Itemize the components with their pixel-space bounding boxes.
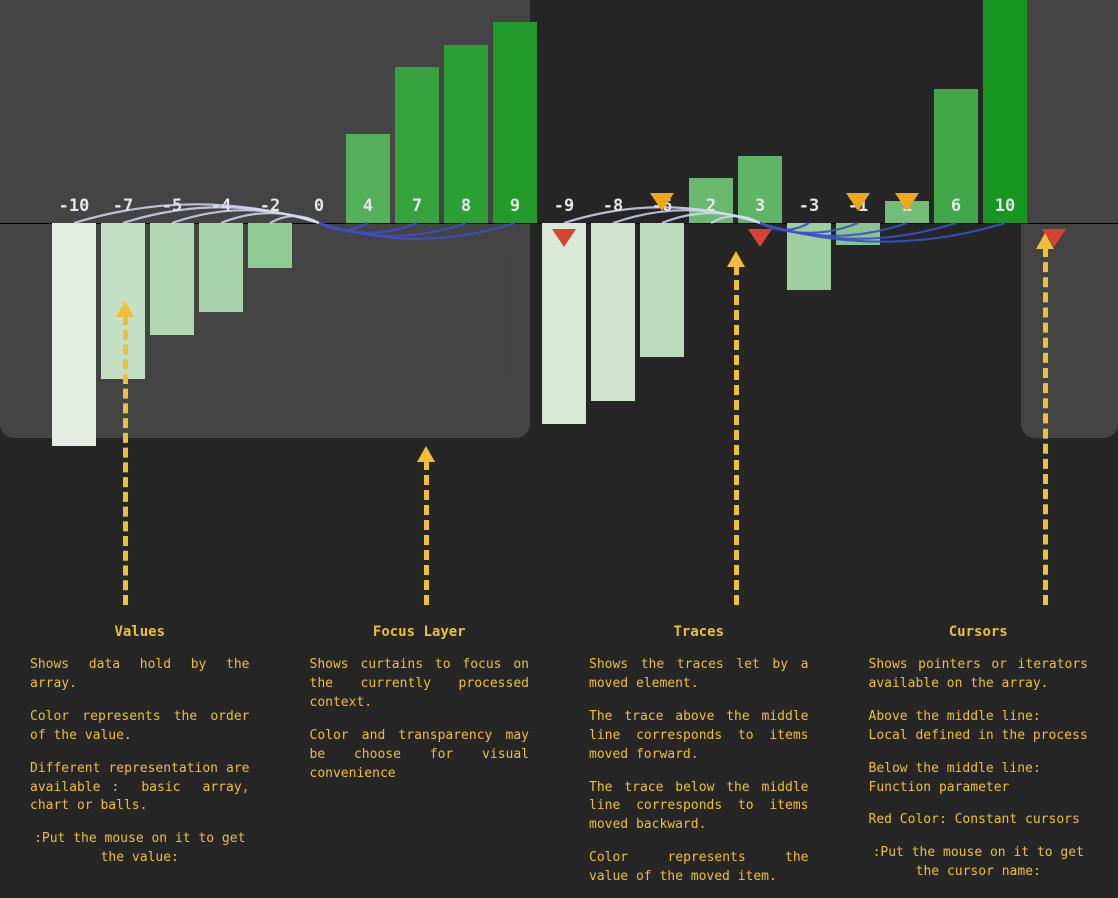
annotation-arrow: [1043, 247, 1048, 605]
bar-label: -8: [591, 196, 635, 216]
legend-title: Traces: [589, 622, 809, 642]
arrow-head-icon: [727, 251, 745, 267]
legend-para: Color represents the value of the moved …: [589, 849, 809, 887]
focus-panel-right: [1021, 0, 1118, 438]
bar-label: 8: [444, 196, 488, 216]
legend-values: Values Shows data hold by the array. Col…: [0, 622, 280, 898]
legend-para: The trace above the middle line correspo…: [589, 708, 809, 765]
bar-label: 6: [934, 196, 978, 216]
legend-para: The trace below the middle line correspo…: [589, 779, 809, 836]
bar[interactable]: [493, 22, 537, 223]
bar-label: -9: [542, 196, 586, 216]
bar-label: 9: [493, 196, 537, 216]
annotation-arrow: [734, 265, 739, 605]
bar[interactable]: [836, 223, 880, 245]
bar-label: 7: [395, 196, 439, 216]
bar-label: -4: [199, 196, 243, 216]
bar[interactable]: [542, 223, 586, 424]
legend-title: Focus Layer: [310, 622, 530, 642]
bar-label: 0: [297, 196, 341, 216]
trace-backward: [760, 223, 907, 236]
legend-cursors: Cursors Shows pointers or iterators avai…: [839, 622, 1118, 898]
legend-para: Shows data hold by the array.: [30, 656, 250, 694]
bar[interactable]: [640, 223, 684, 357]
bar-label: 3: [738, 196, 782, 216]
legend-para: Different representation are available :…: [30, 760, 250, 817]
legend-para: Below the middle line: Function paramete…: [869, 760, 1089, 798]
bar-label: 2: [689, 196, 733, 216]
bar[interactable]: [248, 223, 292, 268]
cursor-marker[interactable]: [748, 229, 772, 247]
legend-traces: Traces Shows the traces let by a moved e…: [559, 622, 839, 898]
legend-para: Shows pointers or iterators available on…: [869, 656, 1089, 694]
bar-label: -2: [248, 196, 292, 216]
legend-para: Shows curtains to focus on the currently…: [310, 656, 530, 713]
legend-para: Color and transparency may be choose for…: [310, 727, 530, 784]
cursor-marker[interactable]: [650, 193, 674, 211]
legend-para: Red Color: Constant cursors: [869, 811, 1089, 830]
annotation-arrow: [123, 315, 128, 605]
cursor-marker[interactable]: [895, 193, 919, 211]
bar[interactable]: [199, 223, 243, 312]
bar[interactable]: [150, 223, 194, 335]
bar-label: 4: [346, 196, 390, 216]
legend-para: Shows the traces let by a moved element.: [589, 656, 809, 694]
bar-label: -7: [101, 196, 145, 216]
legend-tip: :Put the mouse on it to get the cursor n…: [869, 844, 1089, 882]
legend-focus: Focus Layer Shows curtains to focus on t…: [280, 622, 560, 898]
legend-para: Color represents the order of the value.: [30, 708, 250, 746]
chart-area: -10-7-5-4-204789-9-8-623-3-11610: [0, 0, 1118, 460]
bar[interactable]: [591, 223, 635, 401]
bar-label: -3: [787, 196, 831, 216]
bar-label: -5: [150, 196, 194, 216]
arrow-head-icon: [1036, 233, 1054, 249]
legend-row: Values Shows data hold by the array. Col…: [0, 622, 1118, 898]
cursor-marker[interactable]: [846, 193, 870, 211]
arrow-head-icon: [116, 301, 134, 317]
annotation-arrow: [424, 460, 429, 605]
bar[interactable]: [983, 0, 1027, 223]
legend-para: Above the middle line: Local defined in …: [869, 708, 1089, 746]
legend-title: Cursors: [869, 622, 1089, 642]
legend-tip: :Put the mouse on it to get the value:: [30, 830, 250, 868]
legend-title: Values: [30, 622, 250, 642]
bar[interactable]: [787, 223, 831, 290]
bar-label: -10: [52, 196, 96, 216]
bar[interactable]: [52, 223, 96, 446]
bar-label: 10: [983, 196, 1027, 216]
arrow-head-icon: [417, 446, 435, 462]
cursor-marker[interactable]: [552, 229, 576, 247]
